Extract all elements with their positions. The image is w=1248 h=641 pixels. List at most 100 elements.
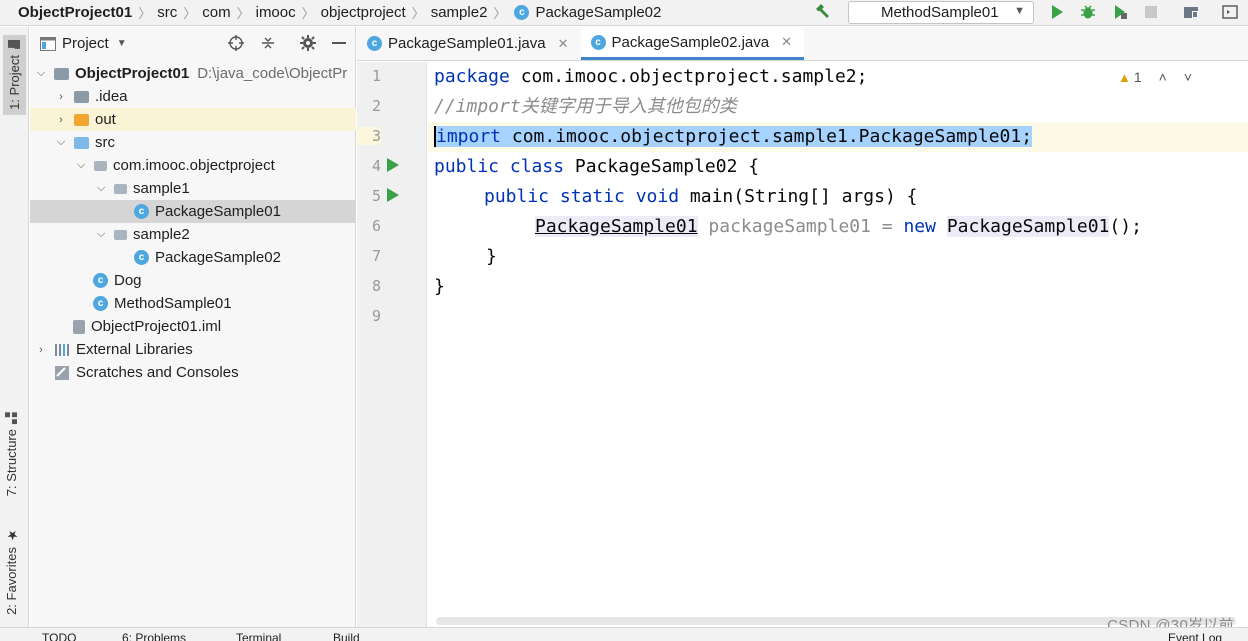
- folder-icon: [74, 90, 89, 103]
- terminal-tool-tab[interactable]: Terminal: [236, 631, 281, 641]
- class-declaration: PackageSample02 {: [564, 156, 760, 177]
- chevron-right-icon[interactable]: ›: [54, 91, 68, 103]
- structure-icon: [5, 412, 18, 424]
- run-main-gutter-icon[interactable]: [387, 188, 399, 202]
- run-configuration-select[interactable]: MethodSample01 ▼: [848, 1, 1034, 24]
- main-method-signature: main(String[] args) {: [679, 186, 918, 207]
- tree-item-package-root[interactable]: ⌵ com.imooc.objectproject: [30, 154, 356, 177]
- structure-tool-tab[interactable]: 7: Structure: [4, 412, 19, 496]
- tree-item-packagesample02[interactable]: c PackageSample02: [30, 246, 356, 269]
- stop-icon[interactable]: [1141, 2, 1161, 22]
- code-line-5: public static void main(String[] args) {: [484, 182, 918, 212]
- chevron-down-icon[interactable]: ⌵: [34, 67, 48, 80]
- debug-bug-icon[interactable]: [1078, 2, 1098, 22]
- breadcrumb-project[interactable]: ObjectProject01: [0, 4, 136, 21]
- collapse-all-icon[interactable]: [260, 35, 276, 55]
- event-log-tool-tab[interactable]: Event Log: [1168, 631, 1222, 641]
- tree-item-idea[interactable]: › .idea: [30, 85, 356, 108]
- tree-item-label: out: [95, 111, 116, 128]
- problems-tool-tab[interactable]: 6: Problems: [122, 631, 186, 641]
- chevron-right-icon[interactable]: ›: [54, 114, 68, 126]
- terminal-window-icon[interactable]: [1220, 2, 1240, 22]
- line-number: 9: [371, 307, 381, 325]
- left-tool-strip: 1: Project 7: Structure 2: Favorites ★: [0, 27, 29, 641]
- keyword-public-class: public class: [434, 156, 565, 177]
- tree-item-scratches[interactable]: Scratches and Consoles: [30, 361, 356, 384]
- favorites-tool-tab[interactable]: 2: Favorites ★: [4, 527, 19, 615]
- breadcrumb-src[interactable]: src: [153, 4, 181, 21]
- code-line-7: }: [486, 246, 497, 267]
- chevron-right-icon: 〉: [183, 6, 197, 21]
- tree-item-project-root[interactable]: ⌵ ObjectProject01 D:\java_code\ObjectPr: [30, 62, 356, 85]
- chevron-right-icon[interactable]: ›: [34, 344, 48, 356]
- import-statement: com.imooc.objectproject.sample1.PackageS…: [501, 126, 1033, 147]
- project-view-selector[interactable]: Project: [62, 35, 109, 52]
- scratches-icon: [55, 365, 69, 380]
- tree-item-packagesample01[interactable]: c PackageSample01: [30, 200, 356, 223]
- run-icon[interactable]: [1047, 2, 1067, 22]
- tree-item-label: sample1: [133, 180, 190, 197]
- editor-area: c PackageSample01.java ✕ c PackageSample…: [357, 27, 1248, 627]
- chevron-up-icon[interactable]: ˄: [1159, 69, 1167, 85]
- tree-item-label: Dog: [114, 272, 142, 289]
- run-class-gutter-icon[interactable]: [387, 158, 399, 172]
- chevron-down-icon[interactable]: ▼: [117, 38, 127, 49]
- tree-item-sample1[interactable]: ⌵ sample1: [30, 177, 356, 200]
- tree-item-label: PackageSample02: [155, 249, 281, 266]
- line-number: 8: [371, 277, 381, 295]
- tree-item-label: src: [95, 134, 115, 151]
- project-structure-icon[interactable]: [1181, 2, 1201, 22]
- inspection-widget[interactable]: ▲ 1 ˄ ˅: [1118, 69, 1192, 85]
- source-folder-icon: [74, 136, 89, 149]
- line-number: 1: [371, 67, 381, 85]
- locate-crosshair-icon[interactable]: [228, 35, 244, 55]
- tree-item-label: Scratches and Consoles: [76, 364, 239, 381]
- tree-item-iml-file[interactable]: ObjectProject01.iml: [30, 315, 356, 338]
- tree-item-src[interactable]: ⌵ src: [30, 131, 356, 154]
- tab-label: PackageSample01.java: [388, 35, 546, 52]
- tree-item-out[interactable]: › out: [30, 108, 356, 131]
- excluded-folder-icon: [74, 113, 89, 126]
- chevron-down-icon[interactable]: ˅: [1184, 69, 1192, 85]
- gear-icon[interactable]: [300, 35, 316, 55]
- project-tool-tab-label: 1: Project: [7, 55, 22, 110]
- breadcrumb-file[interactable]: PackageSample02: [535, 4, 665, 21]
- project-panel-header: Project ▼: [30, 27, 355, 60]
- class-icon: c: [514, 5, 530, 20]
- coverage-icon[interactable]: [1110, 2, 1130, 22]
- breadcrumb-sample2[interactable]: sample2: [427, 4, 492, 21]
- warning-icon: ▲: [1117, 69, 1131, 85]
- chevron-down-icon[interactable]: ⌵: [54, 136, 68, 149]
- class-icon: c: [367, 36, 382, 51]
- navigation-bar: ObjectProject01 〉 src 〉 com 〉 imooc 〉 ob…: [0, 0, 1248, 26]
- line-number: 3: [357, 127, 381, 145]
- build-hammer-icon[interactable]: [812, 2, 832, 22]
- todo-tool-tab[interactable]: TODO: [42, 631, 76, 641]
- chevron-down-icon[interactable]: ⌵: [94, 228, 108, 241]
- bottom-tool-bar: TODO 6: Problems Terminal Build Event Lo…: [0, 627, 1248, 641]
- close-icon[interactable]: ✕: [781, 34, 792, 50]
- tree-item-external-libraries[interactable]: › External Libraries: [30, 338, 356, 361]
- tree-item-dog[interactable]: c Dog: [30, 269, 356, 292]
- breadcrumb-imooc[interactable]: imooc: [252, 4, 300, 21]
- breadcrumb-com[interactable]: com: [198, 4, 234, 21]
- close-icon[interactable]: ✕: [558, 36, 569, 52]
- tree-item-sample2[interactable]: ⌵ sample2: [30, 223, 356, 246]
- breadcrumb-objectproject[interactable]: objectproject: [317, 4, 410, 21]
- minimize-icon[interactable]: [332, 42, 346, 44]
- chevron-right-icon: 〉: [493, 6, 507, 21]
- chevron-down-icon: ▼: [1014, 5, 1025, 17]
- tab-packagesample01[interactable]: c PackageSample01.java ✕: [357, 27, 581, 60]
- chevron-down-icon[interactable]: ⌵: [74, 159, 88, 172]
- chevron-down-icon[interactable]: ⌵: [94, 182, 108, 195]
- module-file-icon: [73, 319, 85, 334]
- tab-packagesample02[interactable]: c PackageSample02.java ✕: [580, 27, 805, 60]
- project-tool-tab[interactable]: 1: Project: [3, 35, 26, 115]
- warning-count: 1: [1133, 69, 1142, 85]
- constructor-call: PackageSample01: [946, 216, 1110, 237]
- tree-item-label: MethodSample01: [114, 295, 232, 312]
- structure-tool-tab-label: 7: Structure: [4, 429, 19, 497]
- build-tool-tab[interactable]: Build: [333, 631, 360, 641]
- tree-item-methodsample01[interactable]: c MethodSample01: [30, 292, 356, 315]
- keyword-import: import: [436, 126, 502, 147]
